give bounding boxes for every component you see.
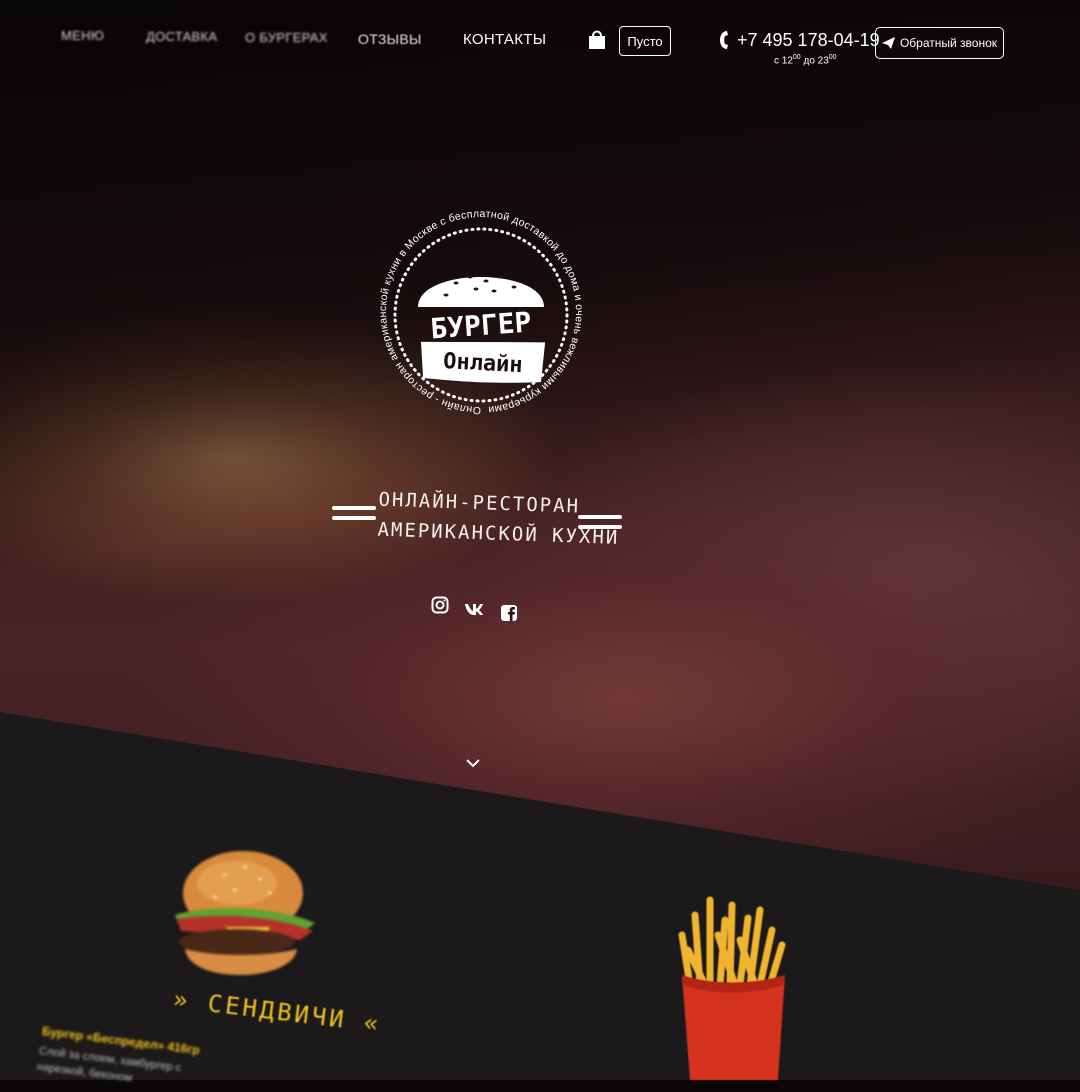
facebook-icon[interactable] (500, 604, 518, 622)
fries-image[interactable] (670, 890, 795, 1080)
tagline-left-lines (332, 506, 376, 522)
paper-plane-icon (881, 37, 895, 49)
instagram-icon[interactable] (431, 596, 449, 614)
hours-from-minutes: 00 (792, 54, 801, 61)
callback-button[interactable]: Обратный звонок (875, 27, 1004, 59)
shopping-bag-icon[interactable] (587, 28, 607, 50)
nav-item-reviews[interactable]: ОТЗЫВЫ (358, 31, 422, 47)
nav-item-menu[interactable]: МЕНЮ (61, 28, 104, 43)
logo-title: БУРГЕР (429, 306, 532, 346)
nav-item-contacts[interactable]: КОНТАКТЫ (463, 31, 546, 48)
phone-icon (720, 31, 728, 49)
burger-online-logo[interactable]: Онлайн - ресторан американской кухни в М… (376, 207, 586, 427)
callback-label: Обратный звонок (899, 36, 998, 50)
nav-item-about-burgers[interactable]: О БУРГЕРАХ (245, 30, 328, 45)
vk-icon[interactable] (464, 600, 484, 618)
nav-item-delivery[interactable]: ДОСТАВКА (146, 29, 217, 44)
hours-to-minutes: 00 (828, 54, 837, 61)
tagline-right-lines (578, 515, 622, 531)
logo-subtitle: Онлайн (443, 349, 524, 378)
cart-button[interactable]: Пусто (619, 26, 671, 56)
working-hours: с 1200 до 2300 (774, 54, 837, 66)
chevron-down-icon[interactable] (464, 756, 482, 770)
hero-tagline: Онлайн-ресторан американской кухни (377, 485, 620, 552)
hours-from: с 12 (774, 55, 793, 67)
hours-to: до 23 (800, 55, 829, 67)
burger-image[interactable] (165, 845, 320, 980)
phone-number[interactable]: +7 495 178-04-19 (737, 30, 880, 51)
